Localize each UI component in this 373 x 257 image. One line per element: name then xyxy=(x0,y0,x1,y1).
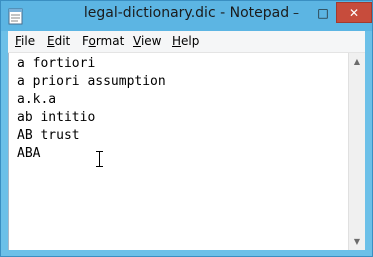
vertical-scrollbar[interactable]: ▲ ▼ xyxy=(348,53,365,250)
text-line: ab intitio xyxy=(17,110,96,125)
minimize-button[interactable]: – xyxy=(282,2,310,23)
maximize-icon: □ xyxy=(317,5,329,20)
notepad-window: legal-dictionary.dic - Notepad – □ ✕ Fil… xyxy=(0,0,373,257)
close-button[interactable]: ✕ xyxy=(336,2,372,23)
menu-file[interactable]: File xyxy=(15,34,35,48)
menu-bar: File Edit Format View Help xyxy=(8,31,365,53)
scroll-up-arrow-icon[interactable]: ▲ xyxy=(349,53,365,70)
close-icon: ✕ xyxy=(348,5,360,20)
text-line: a priori assumption xyxy=(17,74,166,89)
text-line: a.k.a xyxy=(17,92,57,107)
scroll-down-arrow-icon[interactable]: ▼ xyxy=(349,233,365,250)
window-bottom-border xyxy=(1,250,372,256)
minimize-icon: – xyxy=(293,5,299,20)
title-bar[interactable]: legal-dictionary.dic - Notepad – □ ✕ xyxy=(1,1,372,31)
text-line: AB trust xyxy=(17,128,80,143)
text-cursor-ibeam-icon xyxy=(96,151,103,167)
text-line: ABA xyxy=(17,146,41,161)
menu-format[interactable]: Format xyxy=(82,34,124,48)
menu-view[interactable]: View xyxy=(133,34,161,48)
menu-help[interactable]: Help xyxy=(172,34,199,48)
text-line: a fortiori xyxy=(17,56,96,71)
menu-edit[interactable]: Edit xyxy=(47,34,70,48)
maximize-button[interactable]: □ xyxy=(310,2,336,23)
text-editor[interactable]: a fortiori a priori assumption a.k.a ab … xyxy=(8,53,349,250)
